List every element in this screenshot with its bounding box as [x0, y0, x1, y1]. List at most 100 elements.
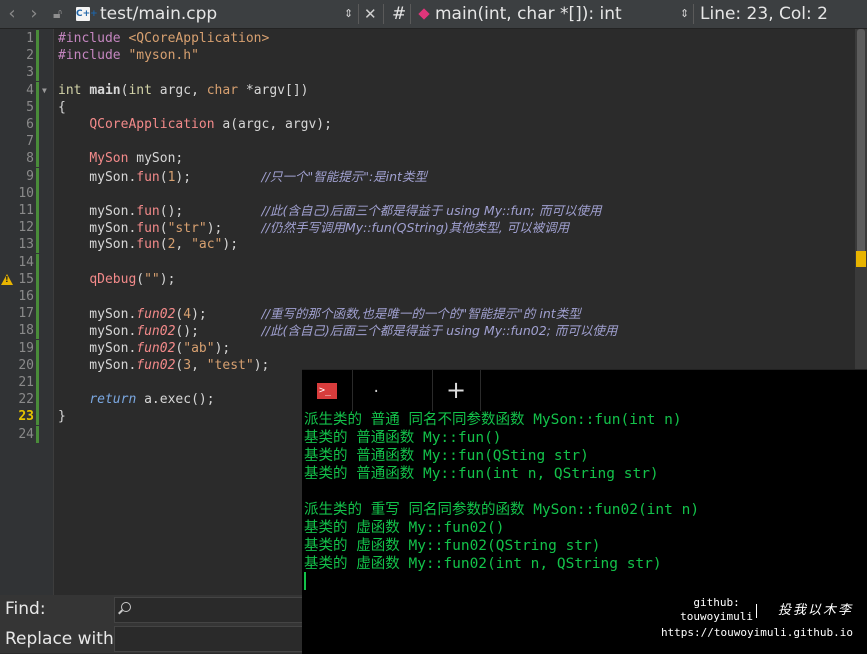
code-line[interactable]: mySon.fun02(3, "test"); [58, 357, 269, 374]
code-token: //只一个"智能提示":是int类型 [261, 168, 427, 184]
code-token: mySon. [58, 357, 137, 373]
symbol-selector[interactable]: main(int, char *[]): int [435, 0, 622, 28]
plus-icon: + [446, 376, 467, 404]
cursor-position[interactable]: Line: 23, Col: 2 [700, 0, 828, 28]
terminal-icon: >_ [317, 383, 337, 399]
code-token: mySon. [58, 169, 137, 185]
github-url: https://touwoyimuli.github.io [660, 626, 853, 639]
code-token: MySon [89, 151, 129, 167]
change-marker [36, 391, 39, 409]
code-token: a.exec(); [136, 392, 215, 408]
code-token: fun [136, 221, 160, 237]
line-number: 9 [26, 168, 34, 184]
scrollbar-thumb[interactable] [857, 29, 865, 258]
code-line[interactable]: { [58, 99, 66, 116]
search-icon [121, 602, 131, 612]
line-number: 11 [18, 203, 34, 218]
code-line[interactable]: mySon.fun02("ab"); [58, 340, 230, 357]
hash-icon[interactable]: # [392, 0, 406, 28]
forward-button[interactable]: › [24, 0, 44, 28]
back-button[interactable]: ‹ [2, 0, 22, 28]
code-line[interactable]: mySon.fun02(); //此(含自己)后面三个都是得益于 using M… [58, 322, 617, 339]
change-marker [36, 47, 39, 65]
code-token: fun02 [136, 340, 176, 356]
cpp-file-icon: C++ [76, 7, 98, 21]
code-token: ( [136, 271, 145, 287]
replace-input[interactable] [114, 626, 304, 652]
change-marker [36, 288, 39, 305]
code-line[interactable]: qDebug(""); [58, 271, 175, 288]
code-token: fun02 [136, 324, 176, 340]
code-line[interactable]: mySon.fun(1); //只一个"智能提示":是int类型 [58, 168, 427, 185]
warning-icon[interactable]: ! [1, 273, 13, 285]
code-token: #include [58, 48, 129, 64]
code-token: #include [58, 31, 129, 46]
close-file-icon[interactable]: ✕ [364, 0, 377, 28]
terminal-cursor [304, 572, 306, 590]
code-token: fun [136, 204, 160, 219]
code-token: ( [159, 237, 168, 253]
code-token: mySon. [58, 324, 137, 340]
code-line[interactable]: #include <QCoreApplication> [58, 30, 269, 47]
lock-icon[interactable]: 🔓︎ [53, 0, 62, 28]
fold-arrow-icon[interactable]: ▼ [42, 82, 47, 99]
code-line[interactable]: #include "myson.h" [58, 47, 199, 64]
line-number: 5 [26, 99, 34, 115]
find-label: Find: [5, 599, 46, 619]
file-selector-arrows-icon[interactable]: ⇕ [344, 0, 353, 28]
line-number: 1 [26, 31, 34, 46]
line-number-gutter: 1 2 3 4 ▼ 5 6 7 8 9 10 11 12 13 14 15! 16 17 18 19 20 21 22 23 2… [0, 29, 54, 595]
separator [693, 4, 694, 24]
line-number: 18 [18, 323, 34, 339]
line-number: 3 [26, 65, 34, 81]
change-marker [36, 305, 39, 323]
code-line[interactable]: QCoreApplication a(argc, argv); [58, 116, 332, 133]
code-line[interactable]: mySon.fun(2, "ac"); [58, 236, 238, 253]
code-token: ( [159, 169, 168, 185]
symbol-selector-arrows-icon[interactable]: ⇕ [680, 0, 689, 28]
code-line[interactable]: MySon mySon; [58, 150, 183, 167]
code-line[interactable]: mySon.fun("str"); //仍然手写调用My::fun(QStrin… [58, 219, 569, 236]
code-token: , [175, 237, 192, 253]
terminal-line: 基类的 普通函数 My::fun(int n, QString str) [304, 466, 659, 482]
code-token: mySon. [58, 204, 137, 219]
code-line[interactable]: int main(int argc, char *argv[]) [58, 82, 309, 99]
code-token: , [191, 357, 207, 373]
code-token: (); [175, 324, 262, 340]
code-token: qDebug [89, 271, 137, 287]
code-token: 4 [183, 307, 192, 323]
code-token: ); [175, 169, 262, 185]
code-token: fun02 [136, 307, 176, 323]
new-tab-button[interactable]: + [432, 370, 481, 411]
code-line[interactable]: mySon.fun02(4); //重写的那个函数,也是唯一的一个的"智能提示"… [58, 305, 581, 323]
code-line[interactable]: } [58, 408, 66, 425]
change-marker [36, 30, 39, 47]
code-token: } [58, 409, 66, 425]
code-token: { [58, 99, 66, 115]
terminal-line: 基类的 虚函数 My::fun02(int n, QString str) [304, 556, 662, 572]
code-token: <QCoreApplication> [128, 31, 270, 46]
line-number: 7 [26, 134, 34, 150]
code-token: mySon. [58, 237, 137, 253]
change-marker [36, 374, 39, 391]
code-token: "test" [206, 357, 254, 373]
find-input[interactable] [114, 597, 304, 623]
change-marker [36, 322, 39, 340]
change-marker [36, 81, 39, 99]
warning-marker[interactable] [856, 251, 866, 267]
terminal-tab-active[interactable]: >_ [302, 370, 353, 411]
code-token: ( [159, 221, 168, 237]
code-token: mySon. [58, 307, 137, 323]
terminal-line: 基类的 虚函数 My::fun02(QString str) [304, 538, 601, 554]
change-marker [36, 270, 39, 288]
code-token: QCoreApplication [89, 117, 215, 132]
change-marker [36, 167, 39, 185]
line-number: 17 [18, 306, 34, 322]
code-line[interactable]: return a.exec(); [58, 391, 215, 408]
code-token: //重写的那个函数,也是唯一的一个的"智能提示"的 int类型 [261, 306, 581, 322]
file-path[interactable]: test/main.cpp [100, 0, 217, 28]
github-label: github: touwoyimuli [680, 596, 753, 623]
terminal-tab[interactable]: . [352, 370, 433, 411]
terminal-window[interactable]: >_ . + 派生类的 普通 同名不同参数函数 MySon::fun(int n… [302, 369, 867, 654]
code-line[interactable]: mySon.fun(); //此(含自己)后面三个都是得益于 using My:… [58, 202, 601, 219]
